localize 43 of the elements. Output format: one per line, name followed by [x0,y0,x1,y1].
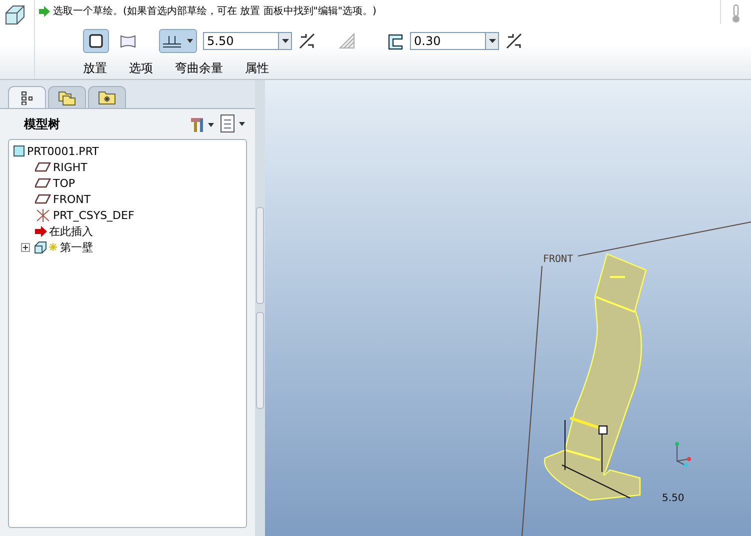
show-menu-button[interactable] [219,114,247,134]
coordinate-system-icon [35,208,51,222]
panel-tab[interactable]: 放置 [83,60,107,77]
part-icon [13,145,25,157]
square-icon [88,33,104,49]
tree-view-icon [21,90,33,104]
prompt-message: 选取一个草绘。(如果首选内部草绘，可在 放置 面板中找到"编辑"选项。) [53,4,376,18]
axis-triad-icon [675,442,691,467]
thickness-icon [386,32,404,50]
tree-item[interactable]: TOP [53,176,76,190]
expand-icon[interactable] [21,242,30,252]
thickness-field[interactable]: 0.30 [410,32,485,50]
insert-arrow-icon [35,226,47,236]
model-tree-title: 模型树 [24,116,60,132]
datum-plane-icon [35,162,51,172]
tree-item[interactable]: RIGHT [53,160,88,174]
thickness-side-icon [161,33,195,49]
drag-handle[interactable] [598,426,608,434]
tree-item[interactable]: FRONT [53,192,91,206]
dimension-value: 5.50 [662,493,684,504]
datum-plane-label: FRONT [543,254,574,265]
panel-tab[interactable]: 弯曲余量 [175,60,223,77]
tree-item[interactable]: 第一壁 [60,240,93,254]
folder-star-icon [98,90,116,104]
thickness-side-button[interactable] [159,29,197,53]
panel-tab[interactable]: 属性 [245,60,269,77]
flip-arrows-icon[interactable] [505,32,523,50]
datum-plane-icon [35,194,51,204]
navigator-tab[interactable] [8,86,46,108]
length-field[interactable]: 5.50 [203,32,278,50]
tree-item[interactable]: 在此插入 [49,224,93,238]
curved-sheet-icon [119,33,137,49]
flat-wall-button[interactable] [83,29,109,53]
thermometer-icon [732,4,740,24]
arrow-icon [39,6,50,16]
wall-feature-icon [34,240,58,254]
tree-item[interactable]: PRT0001.PRT [27,144,99,158]
folders-icon [58,90,76,106]
tree-item[interactable]: PRT_CSYS_DEF [53,208,134,222]
wall-feature-icon [4,4,26,26]
flip-arrows-icon[interactable] [298,32,316,50]
panel-tab[interactable]: 选项 [129,60,153,77]
datum-plane-icon [35,178,51,188]
